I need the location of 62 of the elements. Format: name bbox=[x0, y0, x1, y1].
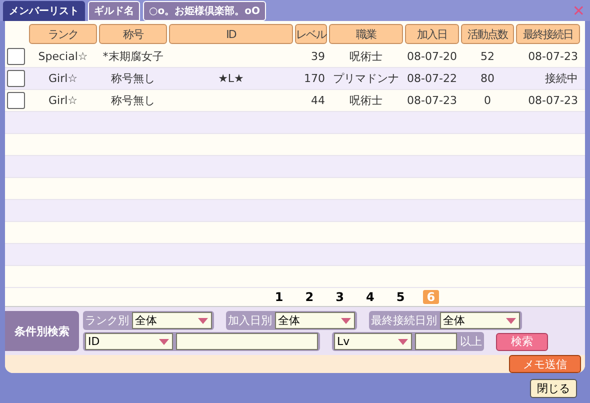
column-header[interactable]: 職業 bbox=[329, 24, 403, 44]
dropdown-icon bbox=[398, 339, 408, 345]
checkbox[interactable] bbox=[7, 48, 25, 65]
table-cell: 呪術士 bbox=[350, 49, 382, 64]
table-cell: 08-07-23 bbox=[407, 94, 457, 107]
table-cell: プリマドンナ bbox=[333, 71, 399, 86]
input-field[interactable] bbox=[415, 333, 457, 350]
page-link[interactable]: 2 bbox=[301, 290, 318, 304]
column-header[interactable]: 活動点数 bbox=[461, 24, 514, 44]
filter-select[interactable]: 全体 bbox=[275, 312, 355, 329]
tab[interactable]: ギルド名 bbox=[88, 0, 140, 20]
filter-select[interactable]: 全体 bbox=[440, 312, 520, 329]
tab[interactable]: メンバーリスト bbox=[3, 0, 85, 20]
table-cell: 称号無し bbox=[111, 93, 155, 108]
table-cell: *末期腐女子 bbox=[102, 49, 164, 64]
filter-label: 加入日別 bbox=[228, 313, 272, 328]
dropdown-icon bbox=[159, 339, 169, 345]
close-button[interactable]: 閉じる bbox=[530, 378, 577, 398]
dropdown-icon bbox=[198, 318, 208, 324]
column-header[interactable]: 最終接続日 bbox=[516, 24, 580, 44]
dropdown-icon bbox=[341, 318, 351, 324]
table-cell: Girl☆ bbox=[48, 72, 78, 85]
table-row[interactable]: Girl☆ 称号無し 44 呪術士 08-07-23 0 08-07-23 bbox=[5, 90, 585, 112]
table-cell: 称号無し bbox=[111, 71, 155, 86]
table-cell: 170 bbox=[304, 72, 325, 85]
column-header[interactable]: レベル bbox=[295, 24, 327, 44]
page-link[interactable]: 4 bbox=[362, 290, 378, 304]
level-select[interactable]: Lv bbox=[334, 333, 412, 350]
table-row[interactable]: Special☆ *末期腐女子 39 呪術士 08-07-20 52 08-07-23 bbox=[5, 46, 585, 68]
column-header[interactable]: 称号 bbox=[99, 24, 167, 44]
table-row[interactable]: Girl☆ 称号無し ★L★ 170 プリマドンナ 08-07-22 80 接続中 bbox=[5, 68, 585, 90]
table-cell: Special☆ bbox=[38, 50, 88, 63]
table-cell: 0 bbox=[484, 94, 491, 107]
table-cell: 44 bbox=[311, 94, 325, 107]
filter-label: 最終接続日別 bbox=[371, 313, 437, 328]
search-title: 条件別検索 bbox=[5, 311, 79, 351]
page-link[interactable]: 5 bbox=[392, 290, 409, 304]
field-select[interactable]: ID bbox=[85, 333, 173, 350]
table-cell: 39 bbox=[311, 50, 325, 63]
checkbox[interactable] bbox=[7, 70, 25, 87]
guild-name: ○o。お姫様倶楽部。oO bbox=[143, 0, 266, 20]
checkbox[interactable] bbox=[7, 92, 25, 109]
filter-label: ランク別 bbox=[85, 313, 129, 328]
filter-select[interactable]: 全体 bbox=[132, 312, 212, 329]
table-cell: ★L★ bbox=[218, 72, 244, 85]
column-header[interactable]: 加入日 bbox=[405, 24, 459, 44]
min-label: 以上 bbox=[460, 334, 482, 349]
column-header[interactable]: ID bbox=[169, 24, 293, 44]
table-cell: Girl☆ bbox=[48, 94, 78, 107]
table-cell: 呪術士 bbox=[350, 93, 382, 108]
table-cell: 52 bbox=[480, 50, 494, 63]
column-header[interactable]: ランク bbox=[29, 24, 97, 44]
table-cell: 08-07-23 bbox=[528, 50, 578, 63]
page-link[interactable]: 1 bbox=[270, 290, 288, 304]
page-link[interactable]: 3 bbox=[332, 290, 348, 304]
input-field[interactable] bbox=[176, 333, 318, 350]
table-cell: 80 bbox=[480, 72, 494, 85]
dropdown-icon bbox=[506, 318, 516, 324]
table-cell: 08-07-23 bbox=[528, 94, 578, 107]
table-cell: 接続中 bbox=[545, 71, 578, 86]
table-cell: 08-07-20 bbox=[407, 50, 457, 63]
table-cell: 08-07-22 bbox=[407, 72, 457, 85]
